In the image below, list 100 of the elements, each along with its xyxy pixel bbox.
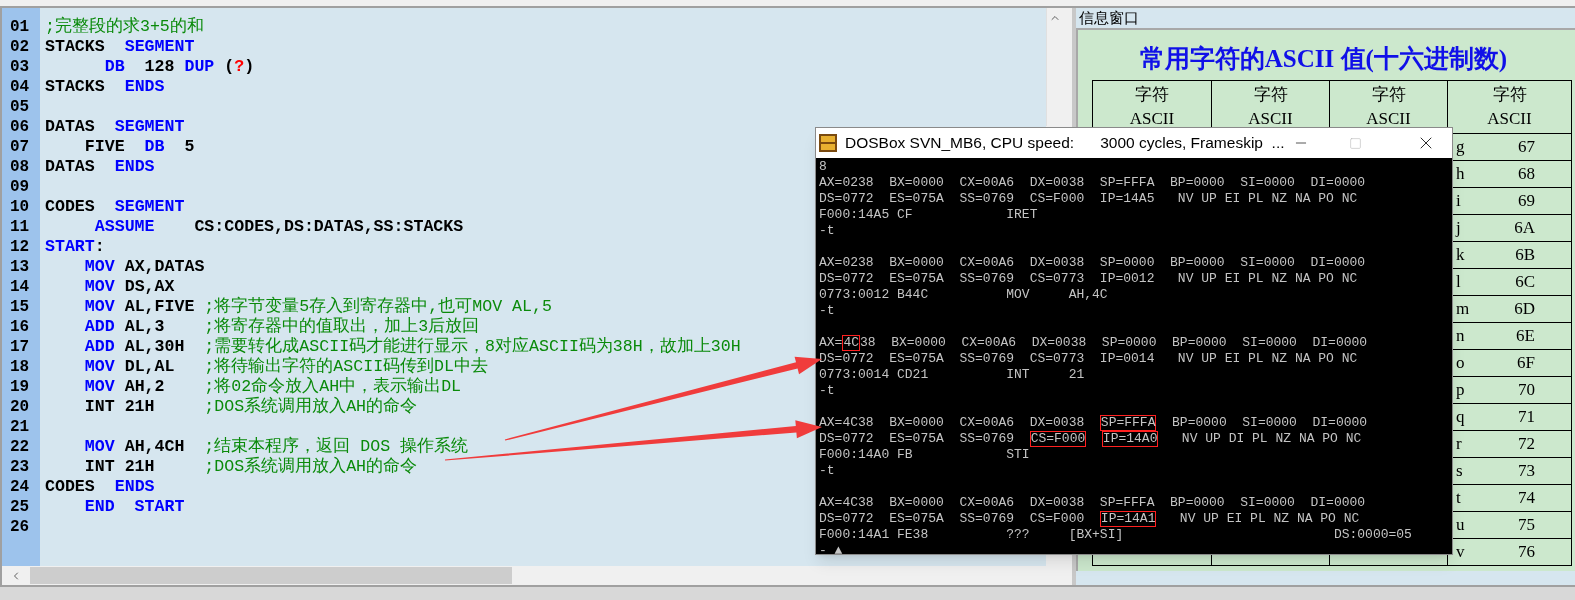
char-cell-text: h	[1456, 163, 1465, 186]
code-text: FIVE	[83, 137, 126, 157]
line-number: 24	[9, 477, 31, 497]
code-keyword: ASSUME	[93, 217, 155, 237]
code-text: CS:CODES,DS:DATAS,SS:STACKS	[193, 217, 464, 237]
code-cell-text: 75	[1518, 514, 1535, 537]
code-text: CODES	[45, 197, 96, 217]
code-text: AH,4CH	[123, 437, 186, 457]
code-keyword: MOV	[83, 377, 115, 397]
code-cell-text: 72	[1518, 433, 1535, 456]
line-number: 16	[9, 317, 31, 337]
code-text: DATAS	[45, 157, 96, 177]
line-number: 10	[9, 197, 31, 217]
line-number: 07	[9, 137, 31, 157]
console-text: F000:14A0 FB STI	[819, 447, 1030, 463]
code-text: (	[223, 57, 235, 77]
line-number: 15	[9, 297, 31, 317]
console-text: DS=0772 ES=075A SS=0769	[819, 431, 1016, 447]
line-number: 20	[9, 397, 31, 417]
code-comment: ;将02命令放入AH中，表示输出DL	[204, 377, 462, 396]
code-comment: ;结束本程序，返回 DOS 操作系统	[204, 437, 469, 456]
code-keyword: ADD	[83, 337, 115, 357]
code-keyword: ENDS	[124, 77, 165, 97]
line-number: 13	[9, 257, 31, 277]
column-header: 字符	[1134, 84, 1170, 106]
line-number: 26	[9, 517, 31, 537]
code-text: CODES	[45, 477, 96, 497]
char-cell-text: o	[1456, 352, 1465, 375]
char-cell-text: n	[1456, 325, 1465, 348]
line-number: 11	[9, 217, 31, 237]
code-keyword: DUP	[184, 57, 215, 77]
maximize-icon[interactable]	[1349, 136, 1362, 150]
code-text: DS,AX	[123, 277, 175, 297]
line-number: 19	[9, 377, 31, 397]
code-keyword: END START	[83, 497, 185, 517]
app-icon	[819, 134, 837, 152]
code-text: DL,AL	[123, 357, 176, 377]
code-keyword: ADD	[83, 317, 115, 337]
highlighted-text: IP=14A0	[1101, 431, 1159, 447]
code-keyword: START	[45, 237, 95, 257]
char-cell-text: m	[1456, 298, 1470, 321]
code-comment: ;完整段的求3+5的和	[45, 17, 204, 37]
console-text: -t	[819, 383, 835, 399]
line-number: 08	[9, 157, 31, 177]
console-text: F000:14A5 CF IRET	[819, 207, 1038, 223]
char-cell-text: j	[1456, 217, 1461, 240]
char-cell-text: u	[1456, 514, 1465, 537]
char-cell-text: t	[1456, 487, 1461, 510]
highlighted-text: 4C	[842, 335, 860, 351]
line-number: 18	[9, 357, 31, 377]
code-cell-text: 67	[1518, 136, 1535, 159]
char-cell-text: q	[1456, 406, 1465, 429]
highlighted-text: IP=14A1	[1099, 511, 1157, 527]
panel-heading: 常用字符的ASCII 值(十六进制数)	[1138, 44, 1509, 75]
code-keyword: DB	[103, 57, 125, 77]
code-cell-text: 6D	[1514, 298, 1535, 321]
column-header: 字符	[1252, 84, 1289, 106]
code-text: INT 21H	[83, 457, 156, 477]
char-cell-text: g	[1456, 136, 1465, 159]
line-number: 23	[9, 457, 31, 477]
code-cell-text: 76	[1518, 541, 1535, 564]
line-number: 04	[9, 77, 31, 97]
column-subheader: ASCII	[1486, 108, 1533, 130]
code-text: 128	[143, 57, 176, 77]
code-cell-text: 71	[1518, 406, 1535, 429]
console-text: 0773:0014 CD21 INT 21	[819, 367, 1085, 383]
code-comment: ;将字节变量5存入到寄存器中,也可MOV AL,5	[204, 297, 552, 316]
code-cell-text: 69	[1518, 190, 1535, 213]
code-comment: ;DOS系统调用放入AH的命令	[204, 397, 418, 417]
code-text: 5	[183, 137, 195, 157]
code-comment: ;将待输出字符的ASCII码传到DL中去	[204, 357, 488, 377]
code-keyword: MOV	[83, 277, 115, 297]
console-text: AX=0238 BX=0000 CX=00A6 DX=0038 SP=0000 BP=0000 SI=0000 DI=0000	[819, 255, 1366, 271]
console-text: NV UP EI PL NZ NA PO NC	[1178, 511, 1360, 527]
panel-title: 信息窗口	[1076, 8, 1575, 28]
console-text: -t	[819, 223, 835, 239]
code-comment: ;将寄存器中的值取出，加上3后放回	[204, 317, 480, 337]
code-cell-text: 6A	[1514, 217, 1535, 240]
code-text: DATAS	[45, 117, 96, 137]
line-number: 09	[9, 177, 31, 197]
line-number: 14	[9, 277, 31, 297]
code-keyword: ENDS	[114, 477, 155, 497]
console-text: BP=0000 SI=0000 DI=0000	[1171, 415, 1368, 431]
scroll-thumb[interactable]	[30, 567, 512, 584]
console-text: -t	[819, 463, 835, 479]
console-text: DS=0772 ES=075A SS=0769 CS=F000 IP=14A5 NV UP EI PL NZ NA PO NC	[819, 191, 1358, 207]
code-cell-text: 68	[1518, 163, 1535, 186]
console-text: DS=0772 ES=075A SS=0769 CS=F000	[819, 511, 1086, 527]
column-header: 字符	[1491, 84, 1528, 106]
code-keyword: DB	[144, 137, 165, 157]
code-keyword: ENDS	[114, 157, 155, 177]
code-cell-text: 6F	[1517, 352, 1535, 375]
code-comment: ;需要转化成ASCII码才能进行显示，8对应ASCII码为38H，故加上30H	[204, 337, 741, 356]
char-cell-text: s	[1456, 460, 1463, 483]
column-subheader: ASCII	[1365, 108, 1412, 130]
line-number: 22	[9, 437, 31, 457]
code-cell-text: 6E	[1516, 325, 1535, 348]
char-cell-text: l	[1456, 271, 1461, 294]
code-keyword: MOV	[83, 357, 115, 377]
code-keyword: MOV	[83, 437, 115, 457]
